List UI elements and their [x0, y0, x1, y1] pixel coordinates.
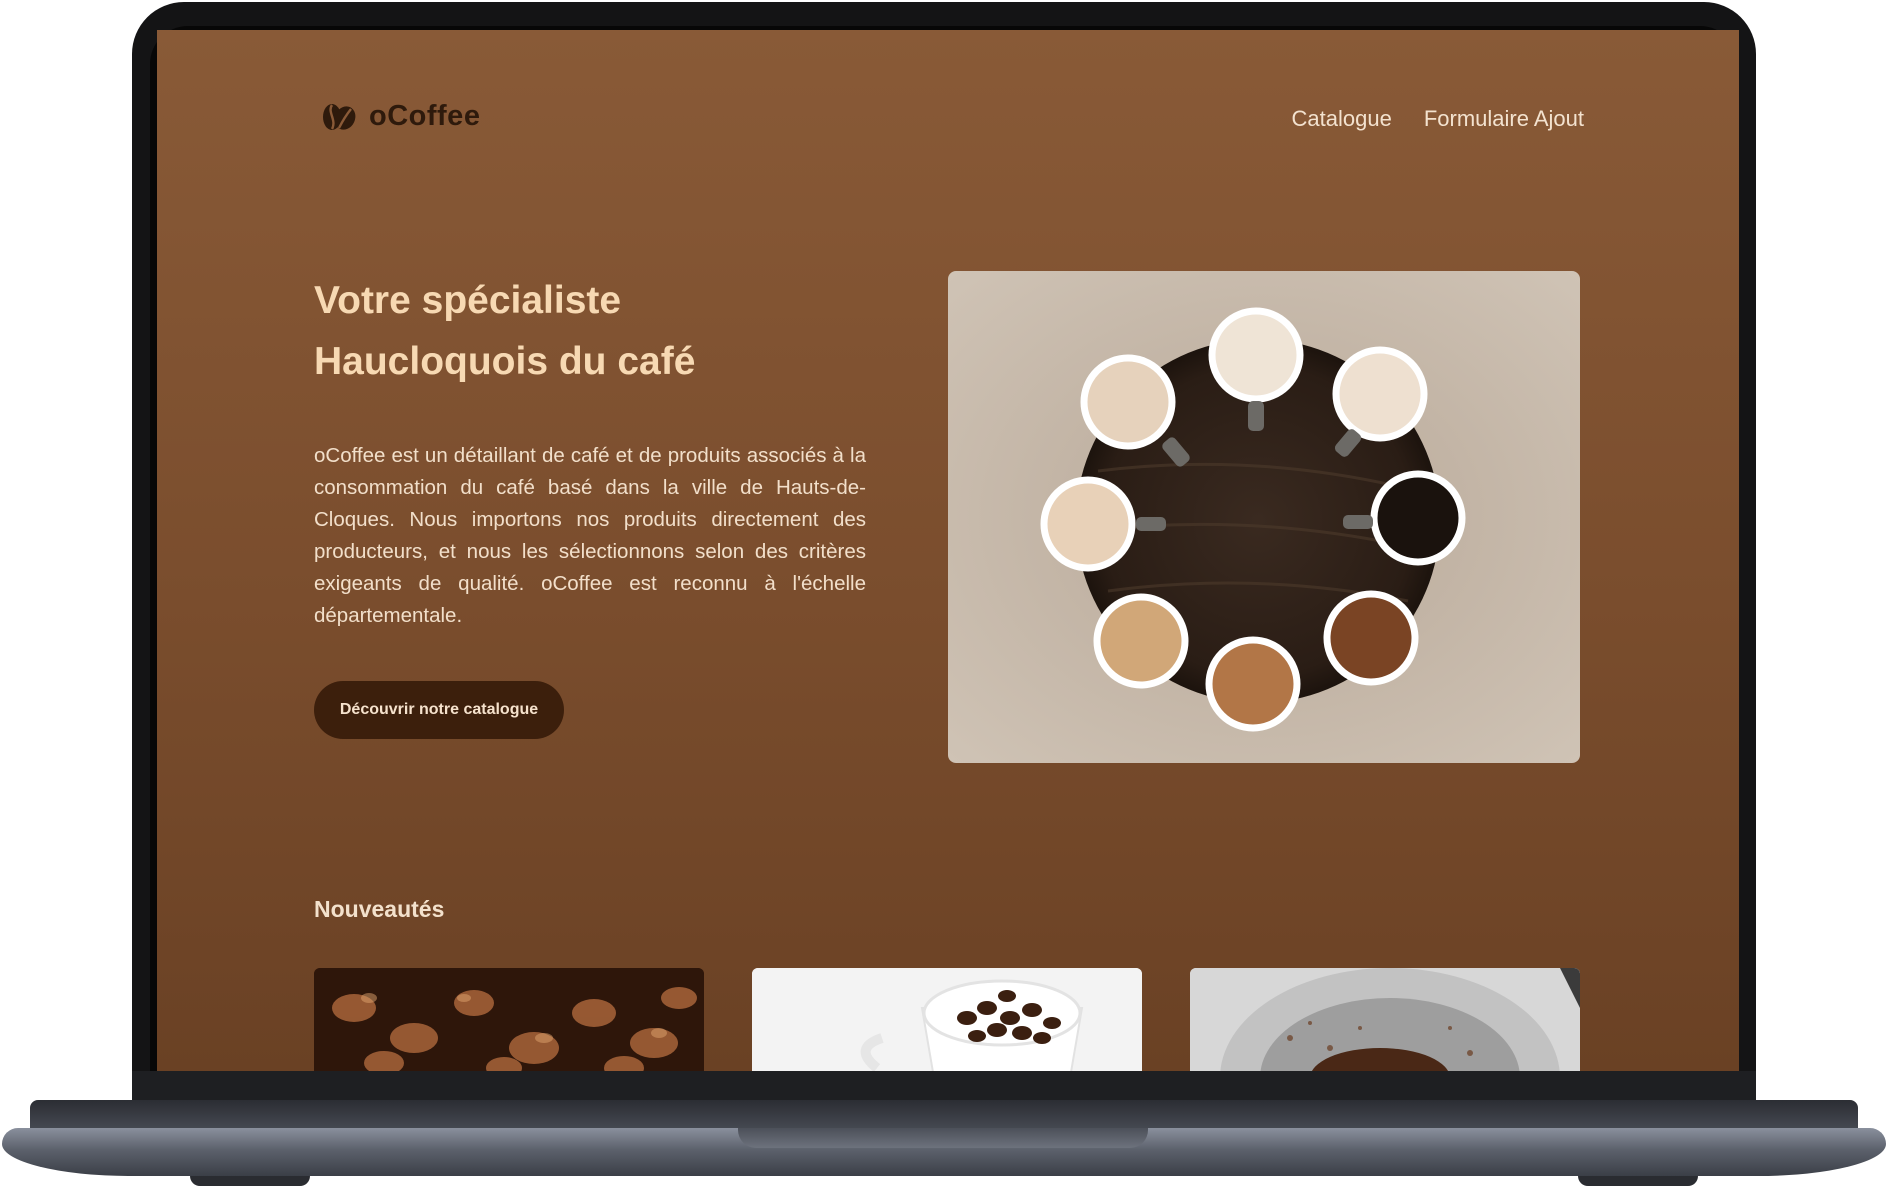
- news-card-ground-coffee[interactable]: [1190, 968, 1580, 1071]
- nav-link-catalogue[interactable]: Catalogue: [1292, 106, 1392, 132]
- laptop-notch: [738, 1128, 1148, 1148]
- nav-link-formulaire-ajout[interactable]: Formulaire Ajout: [1424, 106, 1584, 132]
- coffee-bean-icon: [323, 103, 356, 130]
- website-screen: oCoffee Catalogue Formulaire Ajout Votre…: [157, 30, 1739, 1071]
- laptop-foot-right: [1578, 1176, 1698, 1186]
- news-section-title: Nouveautés: [314, 896, 445, 922]
- coffee-cups-photo: [948, 271, 1580, 763]
- brand-name: oCoffee: [369, 100, 481, 132]
- laptop-bezel-bottom: [132, 1071, 1756, 1101]
- discover-catalogue-button[interactable]: Découvrir notre catalogue: [314, 681, 564, 739]
- news-card-coffee-beans[interactable]: [314, 968, 704, 1071]
- site-logo[interactable]: oCoffee: [319, 100, 480, 133]
- ground-coffee-photo: [1190, 968, 1580, 1071]
- hero-title: Votre spécialiste Haucloquois du café: [314, 270, 874, 392]
- site-header: oCoffee Catalogue Formulaire Ajout: [157, 30, 1739, 180]
- hero-description: oCoffee est un détaillant de café et de …: [314, 444, 866, 627]
- main-nav: Catalogue Formulaire Ajout: [1292, 106, 1585, 132]
- news-card-cup-beans[interactable]: [752, 968, 1142, 1071]
- coffee-beans-photo: [314, 968, 704, 1071]
- hero-title-line-1: Votre spécialiste: [314, 279, 622, 322]
- coffee-cup-beans-photo: [752, 968, 1142, 1071]
- hero-title-line-2: Haucloquois du café: [314, 340, 696, 383]
- laptop-foot-left: [190, 1176, 310, 1186]
